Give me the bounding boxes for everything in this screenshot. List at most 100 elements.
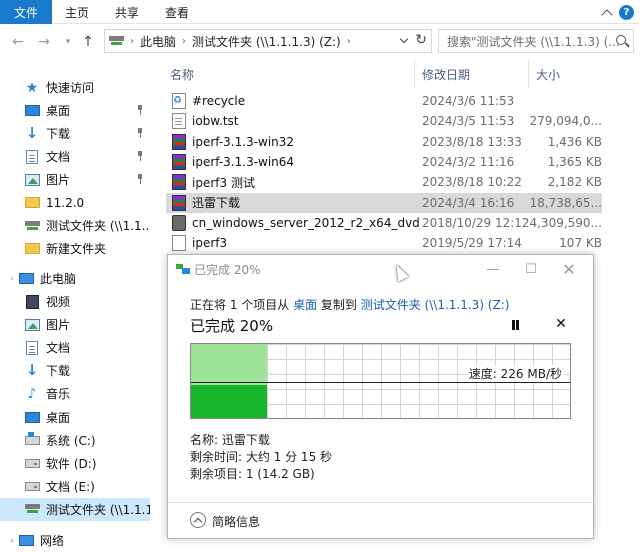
- fewer-details-button[interactable]: 简略信息: [212, 513, 260, 530]
- column-divider[interactable]: [528, 60, 529, 88]
- rar-archive-icon: [172, 194, 186, 211]
- sidebar-label: 桌面: [46, 410, 71, 425]
- sidebar-this-pc[interactable]: › 此电脑: [0, 267, 150, 290]
- current-speed-line: [191, 382, 570, 383]
- forward-arrow-icon[interactable]: →: [36, 33, 52, 51]
- column-divider[interactable]: [414, 60, 415, 88]
- file-row[interactable]: iperf3 测试 2023/8/18 10:22 2,182 KB: [166, 172, 602, 192]
- dialog-title-bar[interactable]: 已完成 20% — ☐ ✕: [168, 255, 593, 283]
- sidebar-pc-item-1[interactable]: 图片: [0, 313, 150, 336]
- drive-icon: [24, 479, 40, 493]
- pin-icon: [136, 174, 144, 184]
- sidebar-pc-item-5[interactable]: 桌面: [0, 406, 150, 429]
- sidebar-quick-item-0[interactable]: 桌面: [0, 99, 150, 122]
- back-arrow-icon[interactable]: ←: [10, 33, 26, 51]
- recent-locations-icon[interactable]: ▾: [60, 33, 76, 51]
- sidebar-label: 测试文件夹 (\\1.1.1: [46, 502, 150, 517]
- expand-arrow-icon[interactable]: ›: [6, 536, 18, 546]
- sidebar-label: 文档: [46, 341, 71, 356]
- file-row[interactable]: iperf-3.1.3-win64 2024/3/2 11:16 1,365 KB: [166, 152, 602, 172]
- sidebar-label: 下载: [46, 127, 71, 141]
- pictures-icon: [24, 318, 40, 332]
- file-name: 迅雷下载: [192, 196, 241, 210]
- tab-share[interactable]: 共享: [102, 0, 152, 24]
- file-row[interactable]: iperf3 2019/5/29 17:14 107 KB: [166, 233, 602, 253]
- pin-icon: [136, 151, 144, 161]
- file-date: 2023/8/18 13:33: [422, 134, 522, 149]
- column-header-date[interactable]: 修改日期: [422, 66, 470, 83]
- sidebar-quick-item-2[interactable]: 文档: [0, 145, 150, 168]
- sidebar-quick-item-1[interactable]: ↓ 下载: [0, 122, 150, 145]
- expand-arrow-icon[interactable]: ›: [6, 274, 18, 284]
- file-row[interactable]: iobw.tst 2024/3/5 11:53 279,094,0...: [166, 111, 602, 131]
- tab-view[interactable]: 查看: [152, 0, 202, 24]
- sidebar-pc-item-0[interactable]: 视频: [0, 290, 150, 313]
- rar-archive-icon: [172, 133, 186, 150]
- sidebar-quick-item-5[interactable]: 测试文件夹 (\\1.1...: [0, 214, 150, 237]
- tab-file[interactable]: 文件: [0, 0, 53, 24]
- up-arrow-icon[interactable]: ↑: [80, 33, 96, 51]
- address-bar[interactable]: › 此电脑 › 测试文件夹 (\\1.1.1.3) (Z:) › ↻: [104, 29, 432, 53]
- copy-icon: [176, 264, 190, 274]
- breadcrumb-this-pc[interactable]: 此电脑: [140, 33, 176, 50]
- sidebar-pc-item-9[interactable]: 测试文件夹 (\\1.1.1: [0, 497, 150, 521]
- fewer-details-icon[interactable]: [190, 512, 206, 528]
- cancel-icon[interactable]: ✕: [554, 317, 568, 331]
- sidebar-quick-item-6[interactable]: 新建文件夹: [0, 237, 150, 260]
- file-date: 2024/3/4 16:16: [422, 195, 515, 210]
- copy-description-prefix: 正在将 1 个项目从: [190, 298, 294, 312]
- iso-file-icon: [172, 214, 186, 231]
- column-header-size[interactable]: 大小: [536, 66, 560, 83]
- address-dropdown-icon[interactable]: [399, 34, 409, 44]
- close-button[interactable]: ✕: [559, 259, 579, 279]
- sidebar-network[interactable]: › 网络: [0, 529, 150, 552]
- minimize-button[interactable]: —: [483, 259, 503, 279]
- column-header-name[interactable]: 名称: [170, 66, 194, 83]
- file-size: 107 KB: [559, 236, 602, 251]
- sidebar-label: 快速访问: [46, 81, 95, 95]
- sidebar-quick-access[interactable]: ★ 快速访问: [0, 76, 150, 99]
- music-icon: ♪: [27, 385, 37, 402]
- sidebar-quick-item-4[interactable]: 11.2.0: [0, 191, 150, 214]
- file-size: 18,738,65...: [529, 195, 602, 210]
- rar-archive-icon: [172, 174, 186, 191]
- tab-home[interactable]: 主页: [52, 0, 102, 24]
- file-row[interactable]: iperf-3.1.3-win32 2023/8/18 13:33 1,436 KB: [166, 132, 602, 152]
- file-row[interactable]: #recycle 2024/3/6 11:53: [166, 91, 602, 111]
- maximize-button[interactable]: ☐: [521, 259, 541, 279]
- recycle-folder-icon: [172, 93, 186, 109]
- help-icon[interactable]: ?: [619, 4, 634, 20]
- collapse-ribbon-icon[interactable]: [601, 8, 613, 21]
- copy-description-middle: 复制到: [317, 298, 361, 312]
- file-row[interactable]: cn_windows_server_2012_r2_x64_dvd_... 201…: [166, 213, 602, 233]
- sidebar-quick-item-3[interactable]: 图片: [0, 168, 150, 191]
- refresh-icon[interactable]: ↻: [415, 32, 427, 48]
- sidebar-pc-item-3[interactable]: ↓ 下载: [0, 359, 150, 382]
- file-size: 2,182 KB: [547, 175, 602, 190]
- file-name: #recycle: [192, 94, 246, 108]
- documents-icon: [24, 340, 40, 355]
- destination-link[interactable]: 测试文件夹 (\\1.1.1.3) (Z:): [361, 298, 510, 312]
- file-row[interactable]: 迅雷下载 2024/3/4 16:16 18,738,65...: [166, 192, 602, 213]
- source-link[interactable]: 桌面: [293, 298, 317, 312]
- sidebar-pc-item-7[interactable]: 软件 (D:): [0, 452, 150, 475]
- sidebar-label: 软件 (D:): [46, 456, 97, 471]
- sidebar-pc-item-4[interactable]: ♪ 音乐: [0, 382, 150, 405]
- sidebar-pc-item-8[interactable]: 文档 (E:): [0, 475, 150, 498]
- crumb-separator-icon: ›: [130, 35, 134, 47]
- file-name: iperf3: [192, 236, 228, 251]
- sidebar-pc-item-2[interactable]: 文档: [0, 336, 150, 359]
- network-drive-icon: [24, 219, 40, 233]
- sidebar-label: 视频: [46, 295, 71, 309]
- items-remaining-info: 剩余项目: 1 (14.2 GB): [190, 467, 315, 481]
- sidebar-label: 图片: [46, 173, 71, 187]
- search-input[interactable]: 搜索"测试文件夹 (\\1.1.1.3) (...: [438, 29, 634, 53]
- sidebar-pc-item-6[interactable]: 系统 (C:): [0, 429, 150, 452]
- pin-icon: [136, 105, 144, 115]
- download-icon: ↓: [25, 124, 39, 142]
- drive-icon: [24, 456, 40, 470]
- text-file-icon: [172, 113, 186, 130]
- breadcrumb-drive[interactable]: 测试文件夹 (\\1.1.1.3) (Z:): [192, 33, 341, 50]
- pause-icon[interactable]: [509, 319, 521, 331]
- system-drive-icon: [24, 431, 40, 447]
